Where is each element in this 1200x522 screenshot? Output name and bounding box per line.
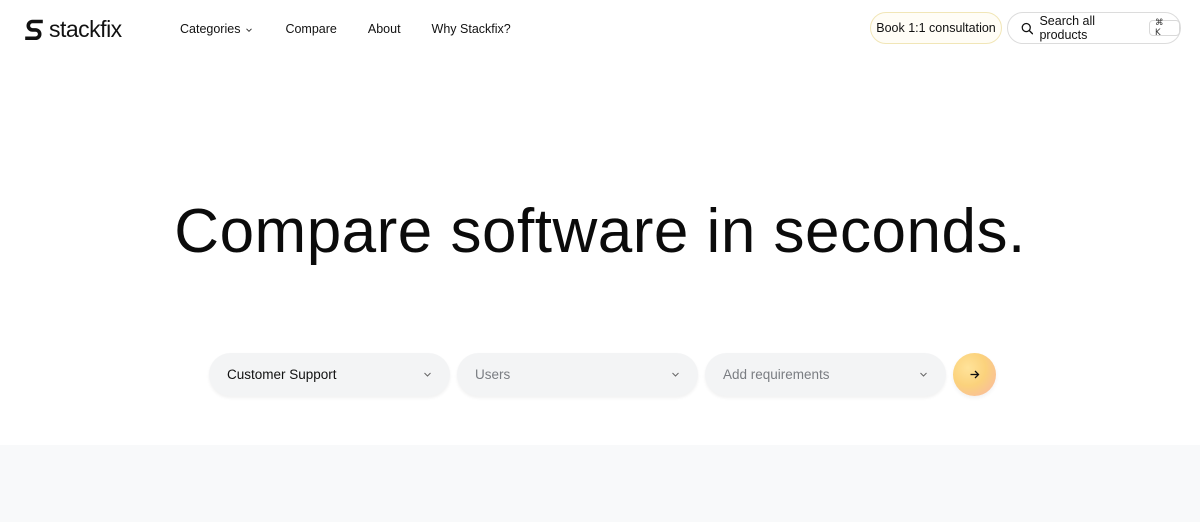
brand-name: stackfix xyxy=(49,16,122,42)
requirements-select[interactable]: Add requirements xyxy=(705,353,946,396)
nav-categories[interactable]: Categories xyxy=(180,21,253,37)
chevron-down-icon xyxy=(424,372,431,377)
users-select[interactable]: Users xyxy=(457,353,698,396)
next-section-band xyxy=(0,445,1200,522)
chevron-down-icon xyxy=(672,372,679,377)
keyboard-shortcut-badge: ⌘ K xyxy=(1149,18,1180,38)
compare-submit-button[interactable] xyxy=(953,353,996,396)
arrow-right-icon xyxy=(970,370,980,379)
category-select[interactable]: Customer Support xyxy=(209,353,450,396)
search-products-button[interactable]: Search all products ⌘ K xyxy=(1007,12,1181,44)
book-consultation-button[interactable]: Book 1:1 consultation xyxy=(870,12,1002,44)
page: stackfix Categories Compare About Why St… xyxy=(0,0,1200,522)
logo-link[interactable]: stackfix xyxy=(24,16,122,42)
site-header: stackfix Categories Compare About Why St… xyxy=(0,0,1200,58)
category-select-value: Customer Support xyxy=(227,366,337,382)
nav-compare[interactable]: Compare xyxy=(285,21,336,37)
requirements-select-placeholder: Add requirements xyxy=(723,366,830,382)
nav-about[interactable]: About xyxy=(368,21,401,37)
search-icon xyxy=(1021,22,1034,34)
chevron-down-icon xyxy=(246,28,253,33)
stackfix-logo-icon xyxy=(25,19,43,40)
chevron-down-icon xyxy=(920,372,927,377)
nav-categories-label: Categories xyxy=(180,22,241,36)
nav-why-stackfix[interactable]: Why Stackfix? xyxy=(432,21,511,37)
search-label: Search all products xyxy=(1039,14,1096,42)
users-select-placeholder: Users xyxy=(475,366,511,382)
hero-title: Compare software in seconds. xyxy=(174,197,1026,266)
main-nav: Categories Compare About Why Stackfix? xyxy=(180,21,511,37)
